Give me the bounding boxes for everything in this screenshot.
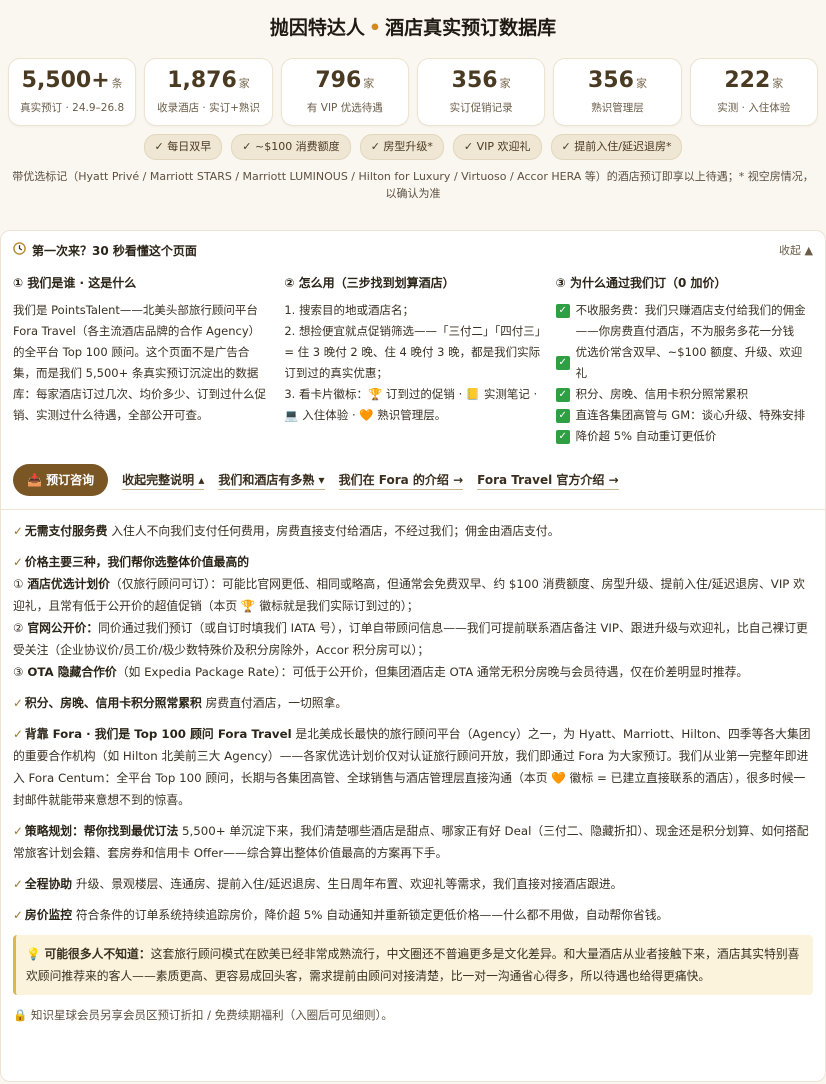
stat-number: 1,876 — [167, 68, 237, 93]
chip-upgrade: ✓ 房型升级* — [359, 134, 444, 160]
stat-number: 222 — [724, 68, 771, 93]
page-title: 抛因特达人 • 酒店真实预订数据库 — [0, 0, 826, 44]
lock-icon: 🔒 — [13, 1008, 28, 1022]
chip-checkin-checkout: ✓ 提前入住/延迟退房* — [550, 134, 683, 160]
why-us-item: ✓ 降价超 5% 自动重订更低价 — [555, 426, 813, 447]
detail-no-fee: ✓ 无需支付服务费 入住人不向我们支付任何费用，房费直接支付给酒店，不经过我们；佣… — [13, 524, 560, 538]
who-we-are-text: 我们是 PointsTalent——北美头部旅行顾问平台 Fora Travel… — [13, 303, 266, 422]
lightbulb-icon: 💡 — [26, 947, 41, 961]
stat-card-management: 356 家 熟识管理层 — [553, 58, 682, 126]
chip-vip-gift: ✓ VIP 欢迎礼 — [452, 134, 542, 160]
intro-panel-header[interactable]: 第一次来？30 秒看懂这个页面 收起 ▲ — [1, 231, 825, 269]
chip-breakfast: ✓ 每日双早 — [143, 134, 223, 160]
stat-label: 收录酒店 · 实订+熟识 — [157, 102, 260, 114]
stat-card-bookings: 5,500+ 条 真实预订 · 24.9–26.8 — [8, 58, 137, 126]
detail-strategy: ✓ 策略规划：帮你找到最优订法 5,500+ 单沉淀下来，我们清楚哪些酒店是甜点、… — [13, 824, 809, 860]
detail-points: ✓ 积分、房晚、信用卡积分照常累积 房费直付酒店，一切照拿。 — [13, 696, 348, 710]
why-us-title: ③ 为什么通过我们订（0 加价） — [555, 276, 727, 290]
detail-price-types: ✓ 价格主要三种，我们帮你选整体价值最高的 ① 酒店优选计划价（仅旅行顾问可订）：… — [13, 555, 808, 679]
check-icon: ✓ — [555, 304, 570, 318]
check-icon: ✓ — [555, 408, 570, 423]
collapse-button[interactable]: 收起 ▲ — [779, 242, 813, 258]
check-icon: ✓ — [555, 356, 570, 370]
clock-icon — [13, 242, 26, 258]
fora-official-link[interactable]: Fora Travel 官方介绍 → — [477, 471, 619, 490]
stat-label: 真实预订 · 24.9–26.8 — [20, 102, 125, 114]
stat-unit: 家 — [238, 77, 250, 90]
why-us-item: ✓ 积分、房晚、信用卡积分照常累积 — [555, 384, 813, 405]
stat-number: 796 — [315, 68, 362, 93]
detail-price-monitor: ✓ 房价监控 符合条件的订单系统持续追踪房价，降价超 5% 自动通知并重新锁定更低… — [13, 908, 669, 922]
detail-assistance: ✓ 全程协助 升级、景观楼层、连通房、提前入住/延迟退房、生日周年布置、欢迎礼等需… — [13, 877, 623, 891]
check-icon: ✓ — [555, 387, 570, 402]
intro-heading: 第一次来？30 秒看懂这个页面 — [32, 243, 197, 258]
stat-number: 5,500+ — [21, 68, 110, 93]
benefit-note: 带优选标记（Hyatt Privé / Marriott STARS / Mar… — [0, 168, 826, 202]
how-to-step-2: 2. 想捡便宜就点促销筛选——「三付二」「四付三」= 住 3 晚付 2 晚、住 … — [284, 324, 541, 380]
hotel-relationship-link[interactable]: 我们和酒店有多熟 ▾ — [218, 471, 325, 490]
why-us-item: ✓ 直连各集团高管与 GM：谈心升级、特殊安排 — [555, 405, 813, 426]
title-dot: • — [368, 17, 382, 39]
stat-unit: 家 — [635, 77, 647, 90]
chip-credit: ✓ ~$100 消费额度 — [231, 134, 351, 160]
stats-bar: 5,500+ 条 真实预订 · 24.9–26.8 1,876 家 收录酒店 · 实… — [0, 58, 826, 126]
benefit-chips: ✓ 每日双早 ✓ ~$100 消费额度 ✓ 房型升级* ✓ VIP 欢迎礼 ✓ … — [0, 134, 826, 160]
why-us-item: ✓ 优选价常含双早、~$100 额度、升级、欢迎礼 — [555, 342, 813, 384]
intro-columns: ① 我们是谁 · 这是什么 我们是 PointsTalent——北美头部旅行顾问… — [1, 273, 825, 447]
why-us-item: ✓ 不收服务费：我们只赚酒店支付给我们的佣金——你房费直付酒店，不为服务多花一分钱 — [555, 300, 813, 342]
who-we-are-title: ① 我们是谁 · 这是什么 — [13, 276, 137, 290]
stat-number: 356 — [588, 68, 634, 93]
stat-unit: 条 — [111, 77, 123, 90]
how-to-use-title: ② 怎么用（三步找到划算酒店） — [284, 276, 455, 290]
fora-profile-link[interactable]: 我们在 Fora 的介绍 → — [338, 471, 464, 490]
detail-fora: ✓ 背靠 Fora · 我们是 Top 100 顾问 Fora Travel 是北… — [13, 727, 811, 807]
tip-box: 💡 可能很多人不知道：这套旅行顾问模式在欧美已经非常成熟流行，中文圈还不普遍更多… — [13, 935, 813, 995]
stat-label: 实测 · 入住体验 — [717, 102, 791, 114]
intro-actions: 📥 预订咨询 收起完整说明 ▴ 我们和酒店有多熟 ▾ 我们在 Fora 的介绍 … — [1, 463, 825, 497]
booking-inquiry-button[interactable]: 📥 预订咨询 — [13, 464, 109, 496]
stat-label: 有 VIP 优选待遇 — [306, 102, 383, 114]
check-icon: ✓ — [555, 429, 570, 444]
collapse-full-description-link[interactable]: 收起完整说明 ▴ — [122, 471, 205, 490]
note-line-1: 带优选标记（Hyatt Privé / Marriott STARS / Mar… — [12, 170, 814, 183]
title-brand: 抛因特达人 — [269, 17, 365, 39]
stat-unit: 家 — [499, 77, 511, 90]
stat-unit: 家 — [772, 77, 784, 90]
title-subject: 酒店真实预订数据库 — [385, 17, 557, 39]
stat-label: 熟识管理层 — [591, 102, 644, 114]
member-note: 🔒 知识星球会员另享会员区预订折扣 / 免费续期福利（入圈后可见细则）。 — [13, 1008, 393, 1022]
stat-number: 356 — [451, 68, 498, 93]
why-us-column: ③ 为什么通过我们订（0 加价） ✓ 不收服务费：我们只赚酒店支付给我们的佣金——… — [555, 273, 813, 447]
full-description: ✓ 无需支付服务费 入住人不向我们支付任何费用，房费直接支付给酒店，不经过我们；佣… — [1, 510, 825, 926]
stat-card-promos: 356 家 实订促销记录 — [416, 58, 546, 126]
how-to-step-1: 1. 搜索目的地或酒店名； — [284, 303, 414, 317]
inbox-icon: 📥 — [27, 473, 42, 487]
stat-card-vip: 796 家 有 VIP 优选待遇 — [280, 58, 409, 126]
stat-card-hotels: 1,876 家 收录酒店 · 实订+熟识 — [144, 58, 273, 126]
how-to-step-3: 3. 看卡片徽标：🏆 订到过的促销 · 📒 实测笔记 · 💻 入住体验 · 🧡 … — [284, 387, 538, 422]
how-to-use-column: ② 怎么用（三步找到划算酒店） 1. 搜索目的地或酒店名； 2. 想捡便宜就点促… — [284, 273, 541, 447]
note-line-2: 以确认为准 — [385, 187, 441, 200]
who-we-are-column: ① 我们是谁 · 这是什么 我们是 PointsTalent——北美头部旅行顾问… — [13, 273, 270, 447]
stat-card-stays: 222 家 实测 · 入住体验 — [689, 58, 818, 126]
intro-panel: 第一次来？30 秒看懂这个页面 收起 ▲ ① 我们是谁 · 这是什么 我们是 P… — [0, 230, 826, 1082]
stat-unit: 家 — [363, 77, 375, 90]
stat-label: 实订促销记录 — [449, 102, 513, 114]
